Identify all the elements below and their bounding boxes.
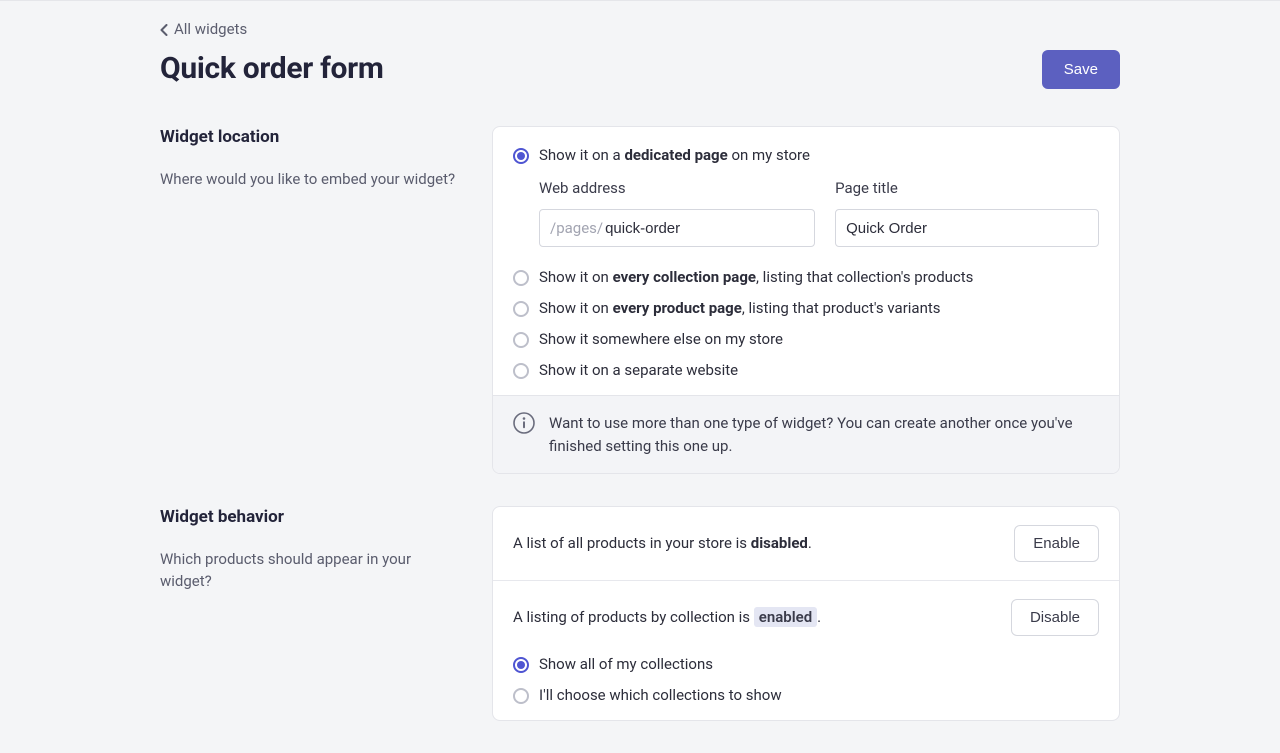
radio-every-product[interactable]: Show it on every product page, listing t… <box>513 298 1099 319</box>
radio-label: Show all of my collections <box>539 654 713 675</box>
radio-show-all-collections[interactable]: Show all of my collections <box>513 654 1099 675</box>
web-address-input-wrap[interactable]: /pages/ <box>539 209 815 247</box>
radio-icon <box>513 688 529 704</box>
page-title-input[interactable] <box>846 220 1088 237</box>
widget-location-desc: Where would you like to embed your widge… <box>160 168 460 191</box>
radio-dedicated-page[interactable]: Show it on a dedicated page on my store <box>513 145 1099 166</box>
page-title: Quick order form <box>160 48 384 90</box>
widget-behavior-desc: Which products should appear in your wid… <box>160 548 460 593</box>
radio-label: Show it on every product page, listing t… <box>539 298 941 319</box>
radio-icon <box>513 148 529 164</box>
breadcrumb-label: All widgets <box>174 19 247 40</box>
web-address-prefix: /pages/ <box>550 218 603 239</box>
page-title-label: Page title <box>835 178 1099 199</box>
info-banner: Want to use more than one type of widget… <box>493 395 1119 473</box>
radio-icon <box>513 270 529 286</box>
page-title-input-wrap[interactable] <box>835 209 1099 247</box>
widget-behavior-title: Widget behavior <box>160 506 460 530</box>
enable-button[interactable]: Enable <box>1014 525 1099 562</box>
widget-location-card: Show it on a dedicated page on my store … <box>492 126 1120 474</box>
breadcrumb-all-widgets[interactable]: All widgets <box>160 19 247 40</box>
disable-button[interactable]: Disable <box>1011 599 1099 636</box>
info-text: Want to use more than one type of widget… <box>549 412 1099 457</box>
radio-icon <box>513 301 529 317</box>
radio-icon <box>513 332 529 348</box>
save-button[interactable]: Save <box>1042 50 1120 89</box>
radio-separate-website[interactable]: Show it on a separate website <box>513 360 1099 381</box>
radio-label: Show it on every collection page, listin… <box>539 267 973 288</box>
widget-behavior-card: A list of all products in your store is … <box>492 506 1120 721</box>
radio-label: I'll choose which collections to show <box>539 685 782 706</box>
radio-label: Show it on a separate website <box>539 360 738 381</box>
web-address-input[interactable] <box>605 220 804 237</box>
all-products-status: A list of all products in your store is … <box>513 533 812 554</box>
info-icon <box>513 412 535 434</box>
web-address-label: Web address <box>539 178 815 199</box>
radio-icon <box>513 657 529 673</box>
collections-status: A listing of products by collection is e… <box>513 607 821 628</box>
chevron-left-icon <box>160 24 168 36</box>
widget-location-title: Widget location <box>160 126 460 150</box>
radio-label: Show it somewhere else on my store <box>539 329 783 350</box>
radio-somewhere-else[interactable]: Show it somewhere else on my store <box>513 329 1099 350</box>
enabled-badge: enabled <box>754 607 817 627</box>
radio-choose-collections[interactable]: I'll choose which collections to show <box>513 685 1099 706</box>
radio-every-collection[interactable]: Show it on every collection page, listin… <box>513 267 1099 288</box>
radio-label: Show it on a dedicated page on my store <box>539 145 810 166</box>
radio-icon <box>513 363 529 379</box>
